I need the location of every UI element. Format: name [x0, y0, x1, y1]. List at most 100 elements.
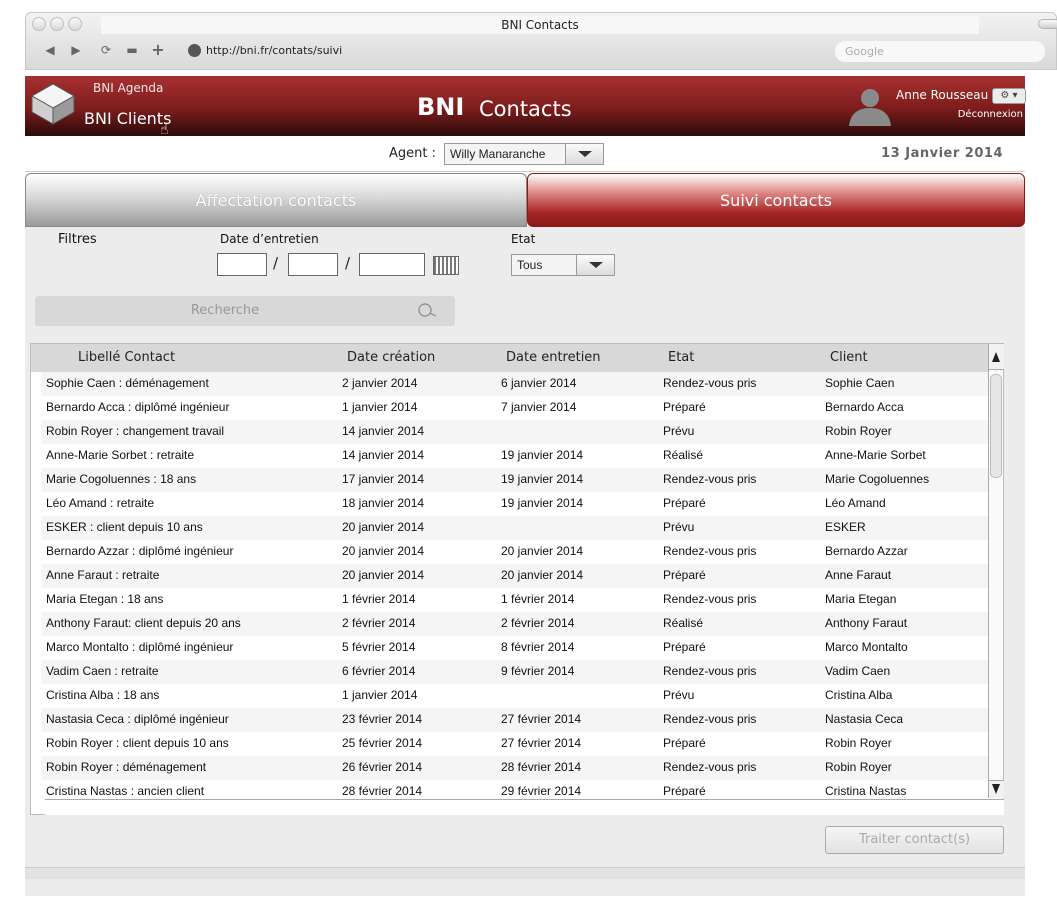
table-row[interactable]: Anne-Marie Sorbet : retraite 14 janvier 2… [41, 444, 988, 468]
close-window-button[interactable] [32, 17, 46, 31]
table-row[interactable]: Marie Cogoluennes : 18 ans 17 janvier 201… [41, 468, 988, 492]
cell-client: Bernardo Acca [825, 400, 904, 414]
search-icon[interactable] [417, 302, 437, 320]
cell-etat: Prévu [663, 520, 695, 534]
cell-etat: Préparé [663, 640, 706, 654]
cell-etat: Préparé [663, 736, 706, 750]
cell-date-entretien: 20 janvier 2014 [501, 544, 584, 558]
treat-contacts-button[interactable]: Traiter contact(s) [825, 826, 1004, 854]
table-row[interactable]: Robin Royer : client depuis 10 ans 25 fév… [41, 732, 988, 756]
scroll-down-arrow-icon[interactable] [989, 780, 1004, 798]
cell-client: Vadim Caen [825, 664, 891, 678]
cell-client: Robin Royer [825, 760, 892, 774]
column-header-date-creation[interactable]: Date création [347, 350, 435, 365]
table-row[interactable]: Robin Royer : changement travail 14 janvi… [41, 420, 988, 444]
table-row[interactable]: Sophie Caen : déménagement 2 janvier 2014… [41, 372, 988, 396]
address-bar[interactable]: http://bni.fr/contats/suivi [206, 42, 826, 60]
cell-libelle: Cristina Alba : 18 ans [46, 688, 160, 702]
cell-date-entretien: 1 février 2014 [501, 592, 575, 606]
cell-libelle: Robin Royer : client depuis 10 ans [46, 736, 229, 750]
vertical-scrollbar[interactable] [988, 344, 1004, 798]
table-row[interactable]: Anne Faraut : retraite 20 janvier 2014 20 … [41, 564, 988, 588]
scroll-thumb[interactable] [990, 374, 1002, 478]
cell-date-creation: 1 janvier 2014 [342, 400, 418, 414]
cell-libelle: Marie Cogoluennes : 18 ans [46, 472, 197, 486]
cell-client: Cristina Nastas [825, 784, 907, 796]
print-icon[interactable]: ▬ [122, 40, 142, 60]
cell-etat: Réalisé [663, 448, 704, 462]
date-month-input[interactable] [288, 253, 338, 276]
cell-etat: Rendez-vous pris [663, 760, 757, 774]
table-row[interactable]: Nastasia Ceca : diplômé ingénieur 23 févr… [41, 708, 988, 732]
horizontal-scrollbar[interactable] [45, 799, 1004, 815]
column-header-libelle[interactable]: Libellé Contact [78, 350, 175, 365]
table-row[interactable]: Cristina Nastas : ancien client 28 févrie… [41, 780, 988, 796]
agent-select[interactable]: Willy Manaranche [444, 143, 604, 165]
table-row[interactable]: Marco Montalto : diplômé ingénieur 5 févr… [41, 636, 988, 660]
table-row[interactable]: Cristina Alba : 18 ans 1 janvier 2014 Prév… [41, 684, 988, 708]
cell-date-creation: 28 février 2014 [342, 784, 423, 796]
cell-libelle: Anne Faraut : retraite [46, 568, 160, 582]
table-row[interactable]: Anthony Faraut: client depuis 20 ans 2 fé… [41, 612, 988, 636]
cell-etat: Rendez-vous pris [663, 544, 757, 558]
table-row[interactable]: Bernardo Acca : diplômé ingénieur 1 janvi… [41, 396, 988, 420]
date-year-input[interactable] [359, 253, 425, 276]
add-tab-icon[interactable]: + [148, 40, 168, 60]
forward-arrow-icon[interactable]: ▶ [66, 40, 86, 60]
etat-select[interactable]: Tous [511, 254, 615, 276]
tab-suivi-contacts[interactable]: Suivi contacts [527, 173, 1025, 227]
chevron-down-icon[interactable] [565, 144, 603, 164]
table-header: Libellé Contact Date création Date entre… [31, 344, 988, 372]
agent-select-value: Willy Manaranche [450, 147, 546, 161]
cell-client: Sophie Caen [825, 376, 895, 390]
column-header-date-entretien[interactable]: Date entretien [506, 350, 601, 365]
cell-client: Maria Etegan [825, 592, 897, 606]
cube-logo-icon[interactable] [30, 82, 76, 126]
search-input[interactable]: Recherche [35, 296, 415, 326]
scroll-up-arrow-icon[interactable] [989, 344, 1004, 370]
cell-date-creation: 20 janvier 2014 [342, 568, 425, 582]
date-day-input[interactable] [217, 253, 267, 276]
column-header-client[interactable]: Client [830, 350, 868, 365]
chevron-down-icon[interactable] [576, 255, 614, 275]
cell-etat: Rendez-vous pris [663, 592, 757, 606]
table-row[interactable]: Vadim Caen : retraite 6 février 2014 9 fév… [41, 660, 988, 684]
cell-date-entretien: 28 février 2014 [501, 760, 582, 774]
logout-link[interactable]: Déconnexion [958, 109, 1023, 120]
etat-label: Etat [511, 232, 536, 246]
cell-client: Robin Royer [825, 424, 892, 438]
cell-libelle: Cristina Nastas : ancien client [46, 784, 205, 796]
app-switch-agenda[interactable]: BNI Agenda [93, 81, 163, 95]
minimize-window-button[interactable] [50, 17, 64, 31]
cell-client: Bernardo Azzar [825, 544, 908, 558]
app-current-title[interactable]: BNI Clients [84, 109, 171, 128]
browser-search-field[interactable]: Google [835, 41, 1045, 62]
cell-date-creation: 18 janvier 2014 [342, 496, 425, 510]
zoom-window-button[interactable] [68, 17, 82, 31]
table-row[interactable]: ESKER : client depuis 10 ans 20 janvier 2… [41, 516, 988, 540]
table-row[interactable]: Léo Amand : retraite 18 janvier 2014 19 ja… [41, 492, 988, 516]
back-arrow-icon[interactable]: ◀ [40, 40, 60, 60]
cell-date-entretien: 29 février 2014 [501, 784, 582, 796]
column-header-etat[interactable]: Etat [668, 350, 694, 365]
cell-client: Anne-Marie Sorbet [825, 448, 926, 462]
page-title: Contacts [479, 97, 572, 121]
calendar-icon[interactable] [433, 256, 459, 275]
date-separator: / [273, 254, 279, 272]
cell-date-entretien: 2 février 2014 [501, 616, 575, 630]
cell-date-entretien: 6 janvier 2014 [501, 376, 577, 390]
search-box[interactable]: Recherche [35, 296, 455, 326]
table-row[interactable]: Maria Etegan : 18 ans 1 février 2014 1 fév… [41, 588, 988, 612]
cell-client: Léo Amand [825, 496, 886, 510]
cell-client: Anne Faraut [825, 568, 892, 582]
window-toolbar-toggle[interactable] [1038, 19, 1057, 29]
cell-date-creation: 6 février 2014 [342, 664, 416, 678]
table-row[interactable]: Bernardo Azzar : diplômé ingénieur 20 jan… [41, 540, 988, 564]
cell-date-entretien: 27 février 2014 [501, 736, 582, 750]
settings-gear-icon[interactable]: ⚙ ▾ [992, 88, 1026, 104]
user-avatar-icon [849, 89, 891, 126]
contacts-table: Libellé Contact Date création Date entre… [30, 343, 1004, 815]
reload-icon[interactable]: ⟳ [96, 40, 116, 60]
tab-affectation-contacts[interactable]: Affectation contacts [25, 173, 527, 227]
table-row[interactable]: Robin Royer : déménagement 26 février 201… [41, 756, 988, 780]
